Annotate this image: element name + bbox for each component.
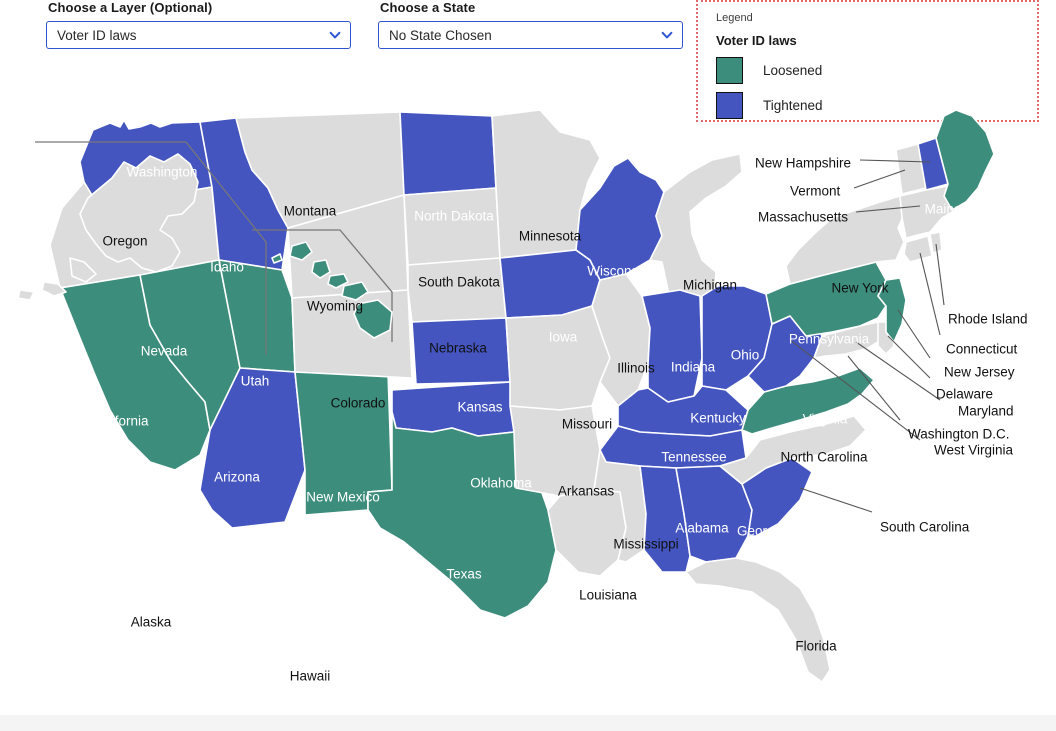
- state-rhode-island[interactable]: [929, 231, 943, 254]
- state-north-dakota[interactable]: [399, 111, 497, 196]
- state-colorado[interactable]: [291, 289, 413, 379]
- label-louisiana: Louisiana: [579, 588, 637, 603]
- legend-kicker: Legend: [716, 12, 753, 24]
- state-kansas[interactable]: [411, 317, 511, 385]
- chevron-down-icon: [661, 31, 673, 39]
- state-south-dakota[interactable]: [403, 187, 501, 266]
- label-rhode-island: Rhode Island: [948, 312, 1028, 327]
- legend: Legend Voter ID laws Loosened Tightened: [696, 0, 1039, 122]
- voter-id-map-page: Choose a Layer (Optional) Voter ID laws …: [0, 0, 1056, 731]
- leader-connecticut: [919, 252, 941, 336]
- state-arkansas[interactable]: [509, 405, 601, 497]
- choropleth-map[interactable]: Washington Oregon Idaho Montana Wyoming …: [0, 110, 1056, 715]
- label-maryland: Maryland: [958, 404, 1014, 419]
- state-florida[interactable]: [685, 557, 831, 683]
- state-connecticut[interactable]: [903, 235, 933, 263]
- legend-item-loosened[interactable]: Loosened: [716, 57, 1037, 84]
- state-maine[interactable]: [935, 110, 995, 211]
- label-vermont: Vermont: [790, 184, 841, 199]
- legend-title: Voter ID laws: [716, 33, 797, 48]
- state-selector-label: Choose a State: [380, 0, 476, 15]
- state-indiana[interactable]: [641, 289, 703, 403]
- leader-rhode-island: [935, 243, 945, 306]
- label-new-jersey: New Jersey: [944, 365, 1015, 380]
- us-states-svg[interactable]: Washington Oregon Idaho Montana Wyoming …: [0, 110, 1056, 715]
- state-selector: Choose a State No State Chosen: [378, 0, 683, 49]
- label-delaware: Delaware: [936, 387, 993, 402]
- label-west-virginia: West Virginia: [934, 443, 1014, 458]
- chevron-down-icon: [329, 31, 341, 39]
- state-select-value: No State Chosen: [389, 27, 492, 43]
- label-new-hampshire: New Hampshire: [755, 156, 851, 171]
- state-nebraska[interactable]: [407, 257, 507, 323]
- layer-select-value: Voter ID laws: [57, 27, 137, 43]
- layer-selector-label: Choose a Layer (Optional): [48, 0, 213, 15]
- label-washington-dc: Washington D.C.: [908, 427, 1010, 442]
- label-south-carolina: South Carolina: [880, 520, 970, 535]
- layer-select[interactable]: Voter ID laws: [46, 21, 351, 49]
- label-alaska: Alaska: [131, 615, 172, 630]
- layer-selector: Choose a Layer (Optional) Voter ID laws: [46, 0, 351, 49]
- label-connecticut: Connecticut: [946, 342, 1018, 357]
- leader-delaware: [887, 335, 931, 379]
- state-missouri[interactable]: [505, 305, 611, 411]
- legend-label-loosened: Loosened: [763, 63, 823, 78]
- leader-vermont: [853, 169, 906, 189]
- label-massachusetts: Massachusetts: [758, 210, 848, 225]
- bottom-bar: [0, 715, 1056, 731]
- state-select[interactable]: No State Chosen: [378, 21, 683, 49]
- state-louisiana[interactable]: [547, 489, 627, 577]
- leader-south-carolina: [799, 487, 873, 513]
- label-hawaii: Hawaii: [290, 669, 331, 684]
- legend-swatch-loosened: [716, 57, 743, 84]
- leader-maryland: [855, 341, 941, 401]
